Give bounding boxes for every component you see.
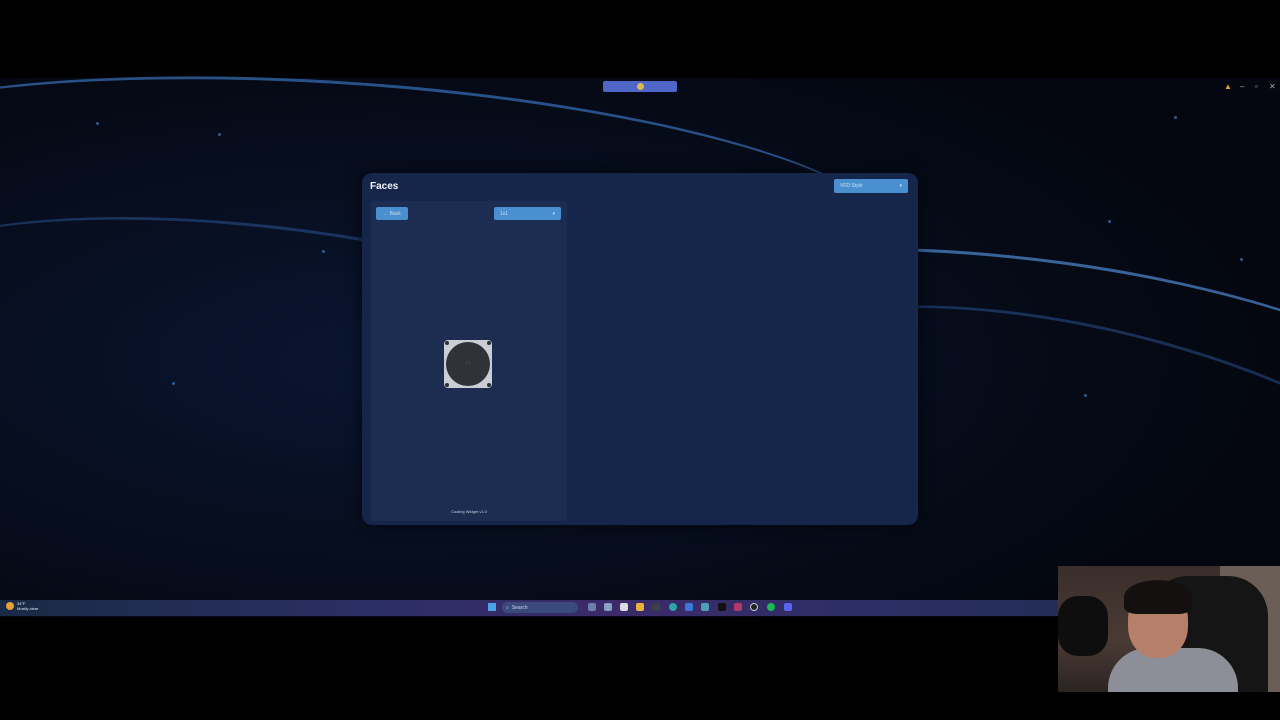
- screw-icon: [487, 383, 491, 387]
- version-label: Cooling Widget v1.0: [451, 509, 487, 514]
- tiktok-icon[interactable]: [718, 603, 726, 611]
- warning-icon[interactable]: ▲: [1224, 82, 1232, 91]
- edge-icon[interactable]: [669, 603, 677, 611]
- minimize-icon[interactable]: –: [1240, 82, 1244, 91]
- weather-desc: Mostly clear: [17, 606, 39, 611]
- top-notch-pill[interactable]: [603, 81, 677, 92]
- store-icon[interactable]: [685, 603, 693, 611]
- wallpaper-spark: [172, 382, 175, 385]
- widget-preview-panel: ← Back 1x1 ▾ H Cooling Widget v1.0: [371, 201, 567, 521]
- wallpaper-spark: [322, 250, 325, 253]
- faces-window: Faces VFD Style ▾ ← Back 1x1 ▾ H Cooling…: [362, 173, 918, 525]
- back-button[interactable]: ← Back: [376, 207, 408, 220]
- widgets-icon[interactable]: [604, 603, 612, 611]
- widget-preview[interactable]: H: [444, 340, 492, 388]
- status-dot-icon: [636, 83, 644, 90]
- wallpaper-spark: [1108, 220, 1111, 223]
- spotify-icon[interactable]: [767, 603, 775, 611]
- style-select[interactable]: VFD Style ▾: [834, 179, 908, 193]
- maximize-icon[interactable]: ▫: [1255, 82, 1258, 91]
- widget-face-text: H: [465, 361, 471, 367]
- weather-widget[interactable]: 34°F Mostly clear: [6, 601, 38, 611]
- taskbar-search[interactable]: ⌕ Search: [502, 602, 578, 613]
- screw-icon: [445, 383, 449, 387]
- terminal-icon[interactable]: [652, 603, 660, 611]
- desktop-wallpaper: ▲ – ▫ ✕ Faces VFD Style ▾ ← Back 1x1 ▾ H: [0, 0, 1280, 720]
- vscode-icon[interactable]: [701, 603, 709, 611]
- close-icon[interactable]: ✕: [1269, 82, 1276, 91]
- task-view-icon[interactable]: [588, 603, 596, 611]
- wallpaper-spark: [218, 133, 221, 136]
- notes-icon[interactable]: [620, 603, 628, 611]
- search-placeholder: Search: [511, 604, 528, 611]
- widget-face: H: [446, 342, 490, 386]
- discord-icon[interactable]: [784, 603, 792, 611]
- chevron-down-icon: ▾: [899, 183, 902, 189]
- wallpaper-spark: [1084, 394, 1087, 397]
- microphone-icon: [1058, 596, 1108, 656]
- style-select-label: VFD Style: [840, 183, 863, 189]
- size-select-label: 1x1: [500, 210, 509, 217]
- wallpaper-spark: [96, 122, 99, 125]
- page-title: Faces: [370, 181, 399, 192]
- weather-icon: [6, 602, 14, 610]
- chevron-down-icon: ▾: [552, 210, 555, 217]
- screw-icon: [487, 341, 491, 345]
- wallpaper-spark: [1240, 258, 1243, 261]
- windows-start-icon[interactable]: [488, 603, 496, 611]
- search-icon: ⌕: [506, 604, 509, 611]
- webcam-person-hair: [1124, 580, 1192, 614]
- file-explorer-icon[interactable]: [636, 603, 644, 611]
- app-icon[interactable]: [734, 603, 742, 611]
- screw-icon: [445, 341, 449, 345]
- wallpaper-spark: [1174, 116, 1177, 119]
- webcam-overlay: [1058, 566, 1280, 692]
- size-select[interactable]: 1x1 ▾: [494, 207, 561, 220]
- letterbox-top: [0, 0, 1280, 78]
- obs-icon[interactable]: [750, 603, 758, 611]
